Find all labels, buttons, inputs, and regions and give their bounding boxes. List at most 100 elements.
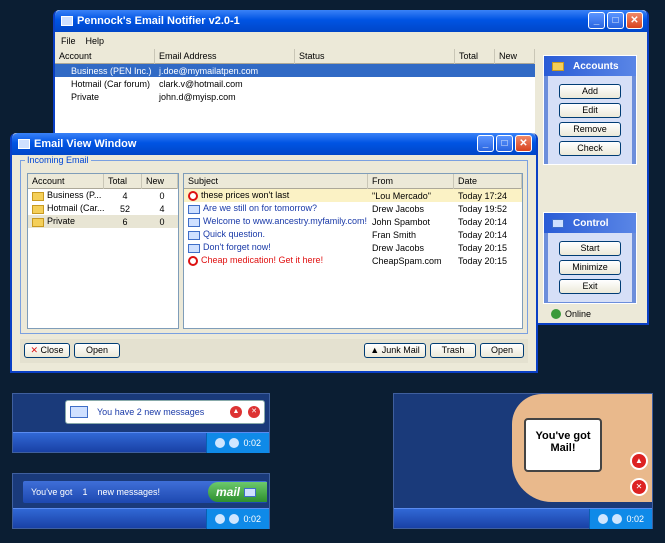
folder-list: Account Total New Business (P... 4 0 Hot…: [27, 173, 179, 329]
exit-button[interactable]: Exit: [559, 279, 621, 294]
mail-row[interactable]: these prices won't last "Lou Mercado" Toda…: [184, 189, 522, 202]
menu-bar: File Help: [55, 32, 647, 49]
group-label: Incoming Email: [25, 155, 91, 165]
taskbar: 0:02: [13, 508, 269, 529]
up-arrow-icon[interactable]: ▲: [630, 452, 648, 470]
notification-popup[interactable]: You have 2 new messages ▲ ✕: [65, 400, 265, 424]
main-title-bar[interactable]: Pennock's Email Notifier v2.0-1 _ □ ✕: [55, 10, 647, 32]
close-button[interactable]: ✕: [626, 12, 643, 29]
mail-badge: mail: [207, 482, 267, 502]
close-icon[interactable]: ✕: [248, 406, 260, 418]
notification-preview-3: You've got Mail! ▲ ✕ 0:02: [393, 393, 653, 529]
system-tray: 0:02: [589, 509, 652, 529]
col-from[interactable]: From: [368, 173, 454, 189]
maximize-button[interactable]: □: [607, 12, 624, 29]
trash-button[interactable]: Trash: [430, 343, 476, 358]
view-minimize-button[interactable]: _: [477, 135, 494, 152]
col-total[interactable]: Total: [455, 48, 495, 64]
folder-row[interactable]: Hotmail (Car... 52 4: [28, 202, 178, 215]
folder-icon: [32, 204, 44, 214]
tray-icon[interactable]: [612, 514, 623, 524]
junk-mail-button[interactable]: ▲ Junk Mail: [364, 343, 426, 358]
mail-row[interactable]: Welcome to www.ancestry.myfamily.com! Joh…: [184, 215, 522, 228]
envelope-icon: [188, 230, 200, 240]
tray-icon[interactable]: [215, 438, 226, 448]
mail-row[interactable]: Don't forget now! Drew Jacobs Today 20:15: [184, 241, 522, 254]
mail-row[interactable]: Are we still on for tomorrow? Drew Jacobs…: [184, 202, 522, 215]
minimize-app-button[interactable]: Minimize: [559, 260, 621, 275]
control-title: Control: [573, 217, 609, 229]
youve-got-mail-card[interactable]: You've got Mail!: [524, 418, 602, 472]
view-maximize-button[interactable]: □: [496, 135, 513, 152]
notification-prefix: You've got: [31, 487, 73, 497]
status-bar: Online: [545, 307, 635, 321]
tray-icon[interactable]: [229, 438, 240, 448]
account-row[interactable]: Private john.d@myisp.com: [55, 90, 535, 103]
col-new[interactable]: New: [495, 48, 535, 64]
add-button[interactable]: Add: [559, 84, 621, 99]
system-tray: 0:02: [206, 433, 269, 453]
remove-button[interactable]: Remove: [559, 122, 621, 137]
folder-row[interactable]: Private 6 0: [28, 215, 178, 228]
menu-help[interactable]: Help: [86, 36, 105, 46]
main-window-title: Pennock's Email Notifier v2.0-1: [77, 15, 240, 27]
mail-row[interactable]: Quick question. Fran Smith Today 20:14: [184, 228, 522, 241]
notification-preview-2: You've got 1 new messages! mail 0:02: [12, 473, 270, 529]
open-mail-button[interactable]: Open: [74, 343, 120, 358]
folder-row[interactable]: Business (P... 4 0: [28, 189, 178, 202]
folder-icon: [32, 191, 44, 201]
col-subject[interactable]: Subject: [184, 173, 368, 189]
taskbar: 0:02: [394, 508, 652, 529]
tray-icon[interactable]: [229, 514, 240, 524]
check-button[interactable]: Check: [559, 141, 621, 156]
system-tray: 0:02: [206, 509, 269, 529]
envelope-icon: [188, 243, 200, 253]
accounts-panel: Accounts Add Edit Remove Check: [543, 55, 637, 165]
col-date[interactable]: Date: [454, 173, 522, 189]
col-status[interactable]: Status: [295, 48, 455, 64]
tray-clock: 0:02: [626, 514, 644, 524]
col-total[interactable]: Total: [104, 173, 142, 189]
envelope-icon: [188, 217, 200, 227]
view-button-bar: ✕ Close Open ▲ Junk Mail Trash Open: [20, 339, 528, 363]
accounts-title: Accounts: [573, 60, 619, 72]
users-icon: [552, 61, 564, 71]
col-account[interactable]: Account: [28, 173, 104, 189]
notification-count: 1: [82, 487, 88, 497]
control-icon: [552, 218, 564, 228]
minimize-button[interactable]: _: [588, 12, 605, 29]
tray-icon[interactable]: [215, 514, 226, 524]
up-arrow-icon[interactable]: ▲: [230, 406, 242, 418]
view-window-title: Email View Window: [34, 138, 137, 150]
view-close-button[interactable]: ✕: [515, 135, 532, 152]
edit-button[interactable]: Edit: [559, 103, 621, 118]
envelope-icon: [70, 406, 88, 418]
mail-list: Subject From Date these prices won't las…: [183, 173, 523, 329]
notification-suffix: new messages!: [97, 487, 160, 497]
email-view-window: Email View Window _ □ ✕ Incoming Email A…: [10, 133, 538, 373]
status-text: Online: [565, 309, 592, 319]
view-title-bar[interactable]: Email View Window _ □ ✕: [12, 133, 536, 155]
card-line2: Mail!: [550, 442, 576, 454]
account-row[interactable]: Hotmail (Car forum) clark.v@hotmail.com: [55, 77, 535, 90]
tray-clock: 0:02: [243, 514, 261, 524]
col-email[interactable]: Email Address: [155, 48, 295, 64]
notification-bar[interactable]: You've got 1 new messages! mail: [23, 481, 267, 503]
envelope-icon: [188, 204, 200, 214]
close-icon[interactable]: ✕: [630, 478, 648, 496]
close-mail-button[interactable]: ✕ Close: [24, 343, 70, 358]
start-button[interactable]: Start: [559, 241, 621, 256]
col-new[interactable]: New: [142, 173, 178, 189]
blocked-icon: [188, 190, 198, 201]
menu-file[interactable]: File: [61, 36, 76, 46]
account-row[interactable]: Business (PEN Inc.) j.doe@mymailatpen.co…: [55, 64, 535, 77]
globe-icon: [551, 309, 561, 319]
notification-preview-1: You have 2 new messages ▲ ✕ 0:02: [12, 393, 270, 453]
mail-row[interactable]: Cheap medication! Get it here! CheapSpam.…: [184, 254, 522, 267]
col-account[interactable]: Account: [55, 48, 155, 64]
card-line1: You've got: [535, 430, 591, 442]
tray-icon[interactable]: [598, 514, 609, 524]
taskbar: 0:02: [13, 432, 269, 453]
open-button[interactable]: Open: [480, 343, 524, 358]
app-icon: [61, 16, 73, 26]
